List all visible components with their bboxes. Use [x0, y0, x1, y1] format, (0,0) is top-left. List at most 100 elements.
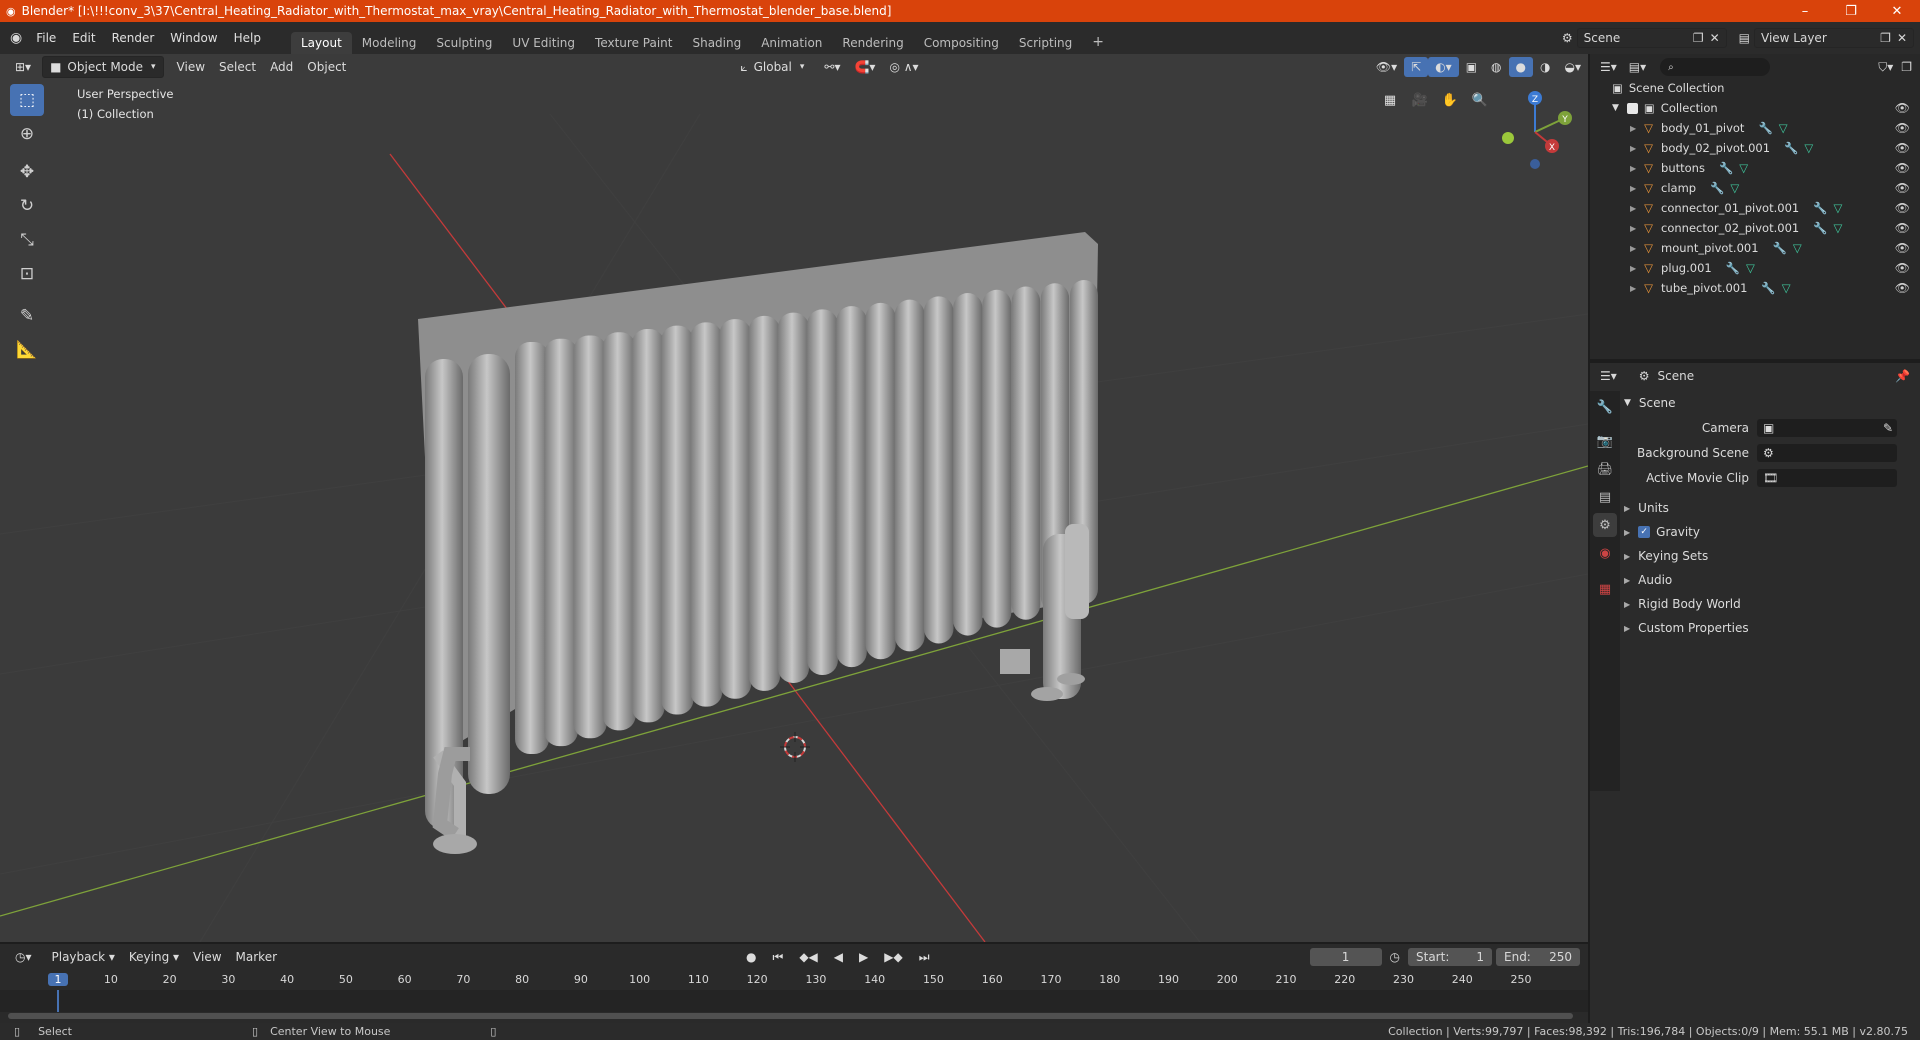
expand-arrow-icon[interactable]: ▶: [1630, 244, 1636, 253]
delete-view-layer-icon[interactable]: ✕: [1897, 31, 1907, 45]
texture-tab-icon[interactable]: ▦: [1593, 577, 1617, 601]
move-tool[interactable]: ✥: [10, 156, 44, 188]
outliner-object-8[interactable]: ▶ ▽ tube_pivot.001 🔧 ▽ 👁: [1590, 278, 1920, 298]
blender-menu-icon[interactable]: ◉: [10, 30, 22, 46]
tab-uv-editing[interactable]: UV Editing: [502, 32, 585, 54]
view-layer-icon[interactable]: ▤: [1739, 31, 1750, 45]
add-workspace-button[interactable]: +: [1082, 30, 1114, 54]
modifier-wrench-icon[interactable]: 🔧: [1761, 281, 1775, 295]
outliner-scene-collection[interactable]: ▣ Scene Collection: [1590, 78, 1920, 98]
eye-icon[interactable]: 👁: [1895, 121, 1910, 135]
mesh-data-icon[interactable]: ▽: [1730, 181, 1739, 195]
eye-icon[interactable]: 👁: [1895, 241, 1910, 255]
select-box-tool[interactable]: ⬚: [10, 84, 44, 116]
eye-icon[interactable]: 👁: [1895, 181, 1910, 195]
expand-arrow-icon[interactable]: ▶: [1630, 264, 1636, 273]
tab-layout[interactable]: Layout: [290, 32, 352, 54]
display-mode-icon[interactable]: ▤▾: [1629, 60, 1646, 74]
render-tab-icon[interactable]: 📷: [1593, 429, 1617, 453]
mesh-data-icon[interactable]: ▽: [1739, 161, 1748, 175]
menu-render[interactable]: Render: [104, 31, 163, 45]
tab-modeling[interactable]: Modeling: [352, 32, 427, 54]
world-tab-icon[interactable]: ◉: [1593, 541, 1617, 565]
visibility-icon[interactable]: 👁▾: [1369, 57, 1404, 77]
eye-icon[interactable]: 👁: [1895, 201, 1910, 215]
mesh-data-icon[interactable]: ▽: [1793, 241, 1802, 255]
tab-sculpting[interactable]: Sculpting: [426, 32, 502, 54]
expand-arrow-icon[interactable]: ▶: [1630, 164, 1636, 173]
modifier-wrench-icon[interactable]: 🔧: [1773, 241, 1787, 255]
eye-icon[interactable]: 👁: [1895, 221, 1910, 235]
view-layer-tab-icon[interactable]: ▤: [1593, 485, 1617, 509]
gizmo-toggle-icon[interactable]: ⇱: [1404, 57, 1429, 77]
expand-arrow-icon[interactable]: ▶: [1630, 124, 1636, 133]
outliner-object-0[interactable]: ▶ ▽ body_01_pivot 🔧 ▽ 👁: [1590, 118, 1920, 138]
tab-animation[interactable]: Animation: [751, 32, 832, 54]
zoom-icon[interactable]: 🔍: [1468, 88, 1492, 112]
modifier-wrench-icon[interactable]: 🔧: [1719, 161, 1733, 175]
timeline-track[interactable]: [0, 990, 1588, 1012]
viewport-menu-add[interactable]: Add: [263, 57, 300, 77]
expand-arrow-icon[interactable]: ▶: [1630, 204, 1636, 213]
rendered-shading-icon[interactable]: ◒▾: [1558, 57, 1589, 77]
menu-window[interactable]: Window: [162, 31, 225, 45]
menu-help[interactable]: Help: [226, 31, 269, 45]
mesh-data-icon[interactable]: ▽: [1834, 221, 1843, 235]
editor-type-icon[interactable]: ⊞▾: [8, 57, 38, 77]
pin-icon[interactable]: 📌: [1895, 369, 1910, 383]
outliner-object-5[interactable]: ▶ ▽ connector_02_pivot.001 🔧 ▽ 👁: [1590, 218, 1920, 238]
expand-arrow-icon[interactable]: ▼: [1612, 103, 1619, 113]
outliner-collection[interactable]: ▼ ▣ Collection 👁: [1590, 98, 1920, 118]
modifier-wrench-icon[interactable]: 🔧: [1758, 121, 1772, 135]
eye-icon[interactable]: 👁: [1895, 141, 1910, 155]
section-rigid-body-world[interactable]: ▶ Rigid Body World: [1624, 592, 1914, 616]
3d-viewport[interactable]: ⊞▾ ■ Object Mode ▾ View Select Add Objec…: [0, 54, 1588, 942]
viewport-scene[interactable]: [0, 54, 1588, 942]
material-shading-icon[interactable]: ◑: [1533, 57, 1557, 77]
delete-scene-icon[interactable]: ✕: [1710, 31, 1720, 45]
restore-button[interactable]: ❐: [1828, 4, 1874, 19]
minimize-button[interactable]: –: [1782, 4, 1828, 19]
modifier-wrench-icon[interactable]: 🔧: [1710, 181, 1724, 195]
timeline-editor-type-icon[interactable]: ◷▾: [8, 947, 39, 967]
transform-orientation-dropdown[interactable]: ⟀ Global ▾: [733, 57, 811, 78]
menu-edit[interactable]: Edit: [64, 31, 103, 45]
section-custom-properties[interactable]: ▶ Custom Properties: [1624, 616, 1914, 640]
xray-toggle-icon[interactable]: ▣: [1459, 57, 1484, 77]
solid-shading-icon[interactable]: ●: [1508, 57, 1534, 77]
mesh-data-icon[interactable]: ▽: [1782, 281, 1791, 295]
tab-texture-paint[interactable]: Texture Paint: [585, 32, 682, 54]
properties-editor-type-icon[interactable]: ☰▾: [1600, 369, 1617, 383]
annotate-tool[interactable]: ✎: [10, 300, 44, 332]
new-collection-icon[interactable]: ❐: [1901, 60, 1912, 74]
mesh-data-icon[interactable]: ▽: [1746, 261, 1755, 275]
jump-start-button[interactable]: ⏮: [766, 947, 791, 968]
scene-field[interactable]: Scene ❐ ✕: [1576, 28, 1727, 48]
modifier-wrench-icon[interactable]: 🔧: [1813, 221, 1827, 235]
start-frame-field[interactable]: Start: 1: [1408, 948, 1492, 966]
prev-keyframe-button[interactable]: ◆◀: [792, 947, 824, 968]
tab-compositing[interactable]: Compositing: [914, 32, 1009, 54]
pan-hand-icon[interactable]: ✋: [1438, 88, 1462, 112]
output-tab-icon[interactable]: 🖨: [1593, 457, 1617, 481]
eyedropper-icon[interactable]: ✎: [1883, 421, 1893, 435]
expand-arrow-icon[interactable]: ▶: [1630, 184, 1636, 193]
close-button[interactable]: ✕: [1874, 4, 1920, 19]
modifier-wrench-icon[interactable]: 🔧: [1813, 201, 1827, 215]
new-scene-icon[interactable]: ❐: [1693, 31, 1704, 45]
measure-tool[interactable]: 📐: [10, 334, 44, 366]
view-layer-field[interactable]: View Layer ❐ ✕: [1754, 28, 1914, 48]
movie-clip-field[interactable]: 🎞: [1757, 469, 1897, 487]
eye-icon[interactable]: 👁: [1895, 161, 1910, 175]
eye-icon[interactable]: 👁: [1895, 281, 1910, 295]
timeline-menu-playback[interactable]: Playback ▾: [45, 947, 122, 967]
overlay-toggle-icon[interactable]: ◐▾: [1428, 57, 1459, 77]
tool-tab-icon[interactable]: 🔧: [1593, 395, 1617, 419]
eye-icon[interactable]: 👁: [1895, 261, 1910, 275]
expand-arrow-icon[interactable]: ▶: [1630, 224, 1636, 233]
tab-rendering[interactable]: Rendering: [832, 32, 913, 54]
outliner-object-7[interactable]: ▶ ▽ plug.001 🔧 ▽ 👁: [1590, 258, 1920, 278]
camera-field[interactable]: ▣ ✎: [1757, 419, 1897, 437]
timeline-menu-keying[interactable]: Keying ▾: [122, 947, 186, 967]
outliner-search-field[interactable]: ⌕: [1660, 58, 1771, 76]
